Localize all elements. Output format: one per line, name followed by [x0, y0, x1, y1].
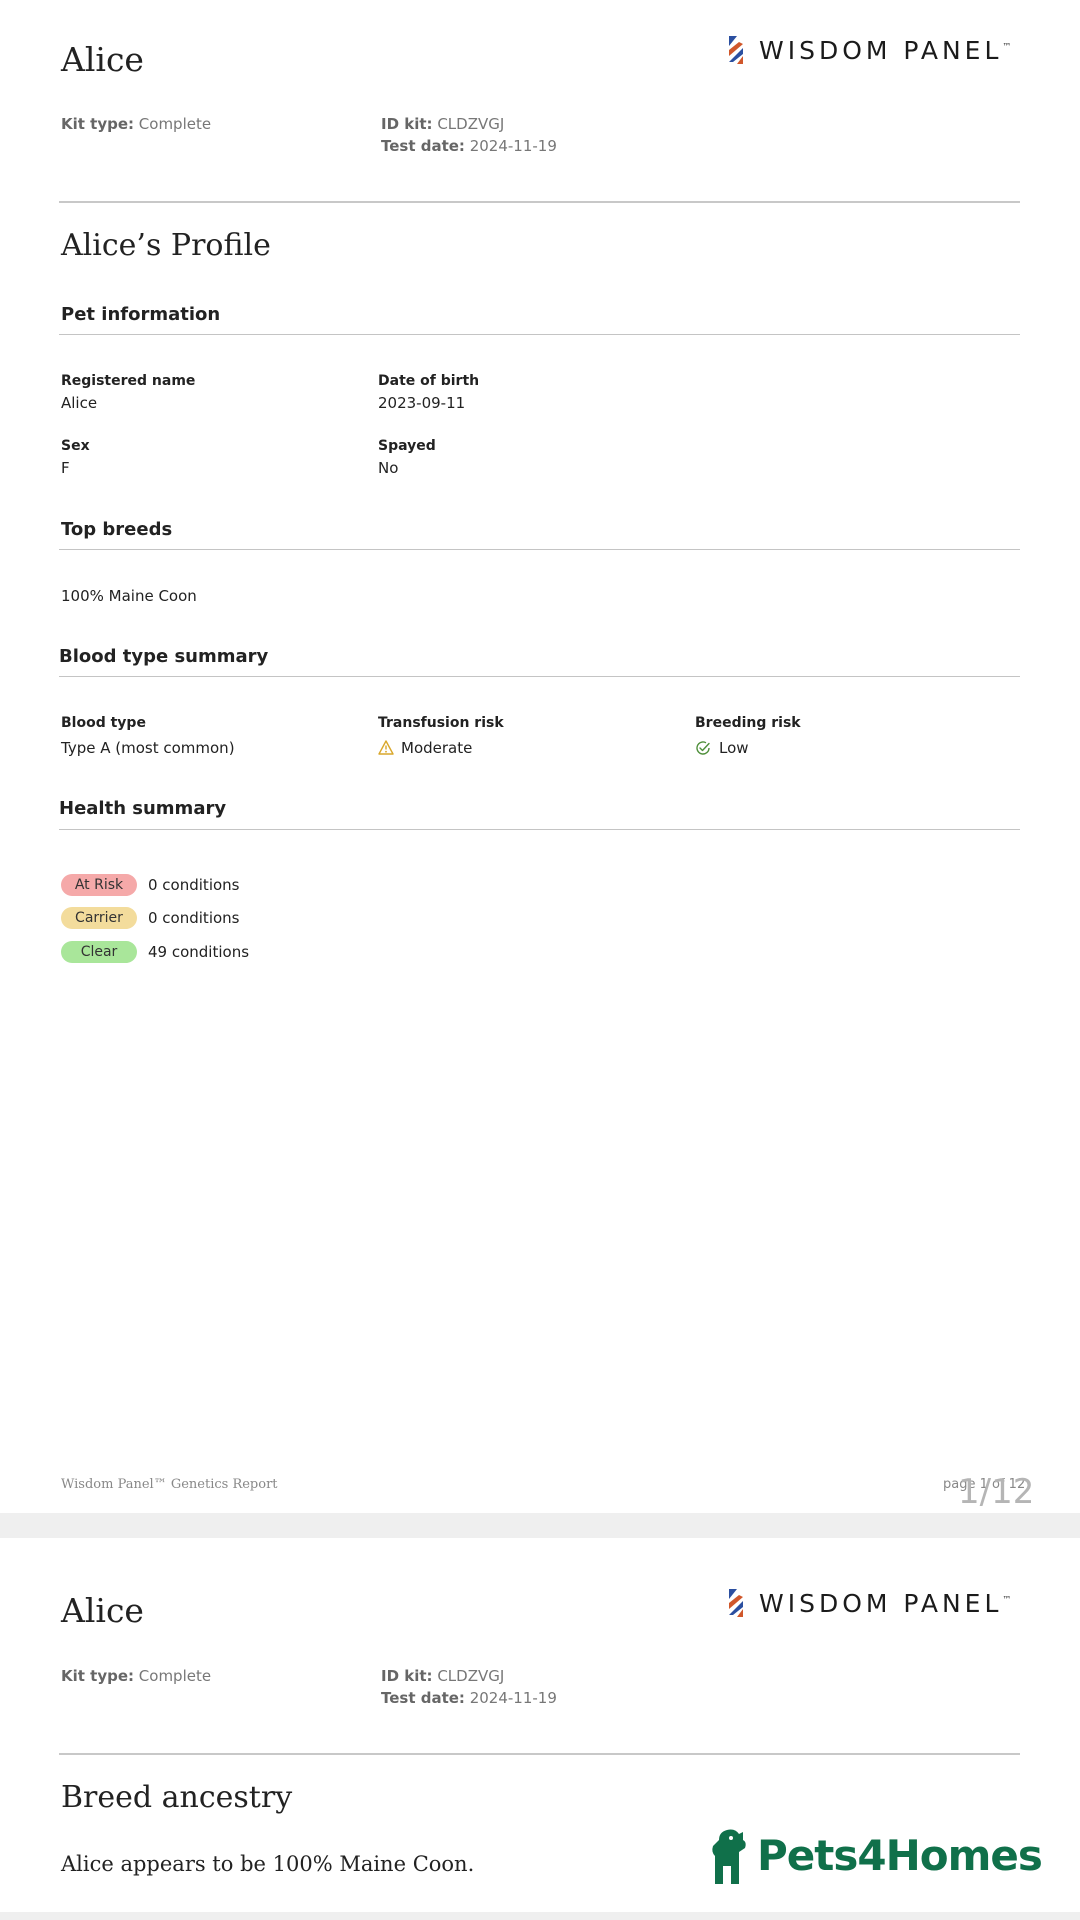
breed-ancestry-title: Breed ancestry: [61, 1780, 293, 1815]
registered-name-label: Registered name: [61, 373, 196, 389]
pet-information-divider: [59, 334, 1020, 335]
wisdom-panel-wordmark: WISDOM PANEL™: [759, 35, 1012, 65]
health-summary-heading: Health summary: [59, 798, 227, 819]
pet-name-title: Alice: [61, 40, 144, 79]
top-breeds-divider: [59, 549, 1020, 550]
warning-icon: [378, 740, 394, 759]
report-page-2: Alice WISDOM PANEL™ Kit type: Complete I…: [0, 1538, 1080, 1912]
kit-type-value: Complete: [138, 115, 212, 133]
clear-badge: Clear: [61, 941, 137, 963]
report-footer-title: Wisdom Panel™ Genetics Report: [61, 1477, 278, 1492]
check-circle-icon: [695, 740, 711, 760]
carrier-badge: Carrier: [61, 907, 137, 929]
spayed-value: No: [378, 459, 399, 477]
id-kit-line: ID kit: CLDZVGJ: [381, 115, 504, 133]
at-risk-count: 0 conditions: [148, 876, 240, 894]
transfusion-risk-value: Moderate: [401, 739, 473, 757]
transfusion-risk-label: Transfusion risk: [378, 715, 504, 731]
wisdom-panel-logo-p2: WISDOM PANEL™: [725, 1587, 1011, 1619]
kit-type-label: Kit type:: [61, 115, 135, 133]
profile-title: Alice’s Profile: [61, 228, 271, 263]
pet-name-title-p2: Alice: [61, 1591, 144, 1630]
breeding-risk-value: Low: [719, 739, 749, 757]
breeding-risk-label: Breeding risk: [695, 715, 801, 731]
kit-type-value: Complete: [138, 1667, 212, 1685]
test-date-line: Test date: 2024-11-19: [381, 137, 557, 155]
id-kit-label: ID kit:: [381, 1667, 433, 1685]
report-page-1: Alice WISDOM PANEL™ Kit type: Complete I…: [0, 0, 1080, 1513]
at-risk-badge: At Risk: [61, 874, 137, 896]
kit-type-line: Kit type: Complete: [61, 115, 211, 133]
viewer-page-indicator: 1/12: [958, 1472, 1035, 1512]
top-breeds-heading: Top breeds: [61, 519, 173, 540]
wisdom-panel-logo-icon: [729, 1589, 743, 1617]
id-kit-value: CLDZVGJ: [437, 1667, 505, 1685]
date-of-birth-value: 2023-09-11: [378, 394, 466, 412]
top-breeds-value: 100% Maine Coon: [61, 587, 197, 605]
kit-type-line-p2: Kit type: Complete: [61, 1667, 211, 1685]
pets4homes-wordmark: Pets4Homes: [757, 1830, 1043, 1880]
pets4homes-dog-icon: [712, 1829, 746, 1884]
pet-information-heading: Pet information: [61, 304, 221, 325]
header-divider-p2: [59, 1753, 1020, 1755]
clear-count: 49 conditions: [148, 943, 250, 961]
test-date-value: 2024-11-19: [469, 137, 557, 155]
kit-type-label: Kit type:: [61, 1667, 135, 1685]
test-date-label: Test date:: [381, 1689, 465, 1707]
wisdom-panel-logo: WISDOM PANEL™: [725, 34, 1011, 66]
blood-type-summary-heading: Blood type summary: [59, 646, 269, 667]
carrier-count: 0 conditions: [148, 909, 240, 927]
sex-label: Sex: [61, 438, 90, 454]
breed-statement: Alice appears to be 100% Maine Coon.: [61, 1852, 475, 1876]
spayed-label: Spayed: [378, 438, 436, 454]
wisdom-panel-logo-icon: [729, 36, 743, 64]
id-kit-value: CLDZVGJ: [437, 115, 505, 133]
registered-name-value: Alice: [61, 394, 98, 412]
header-divider: [59, 201, 1020, 203]
sex-value: F: [61, 459, 70, 477]
test-date-line-p2: Test date: 2024-11-19: [381, 1689, 557, 1707]
test-date-value: 2024-11-19: [469, 1689, 557, 1707]
wisdom-panel-wordmark: WISDOM PANEL™: [759, 1588, 1012, 1618]
health-summary-divider: [59, 829, 1020, 830]
blood-type-divider: [59, 676, 1020, 677]
id-kit-label: ID kit:: [381, 115, 433, 133]
blood-type-label: Blood type: [61, 715, 146, 731]
id-kit-line-p2: ID kit: CLDZVGJ: [381, 1667, 504, 1685]
pets4homes-watermark-logo: Pets4Homes: [705, 1826, 1043, 1884]
date-of-birth-label: Date of birth: [378, 373, 480, 389]
blood-type-value: Type A (most common): [61, 739, 235, 757]
test-date-label: Test date:: [381, 137, 465, 155]
